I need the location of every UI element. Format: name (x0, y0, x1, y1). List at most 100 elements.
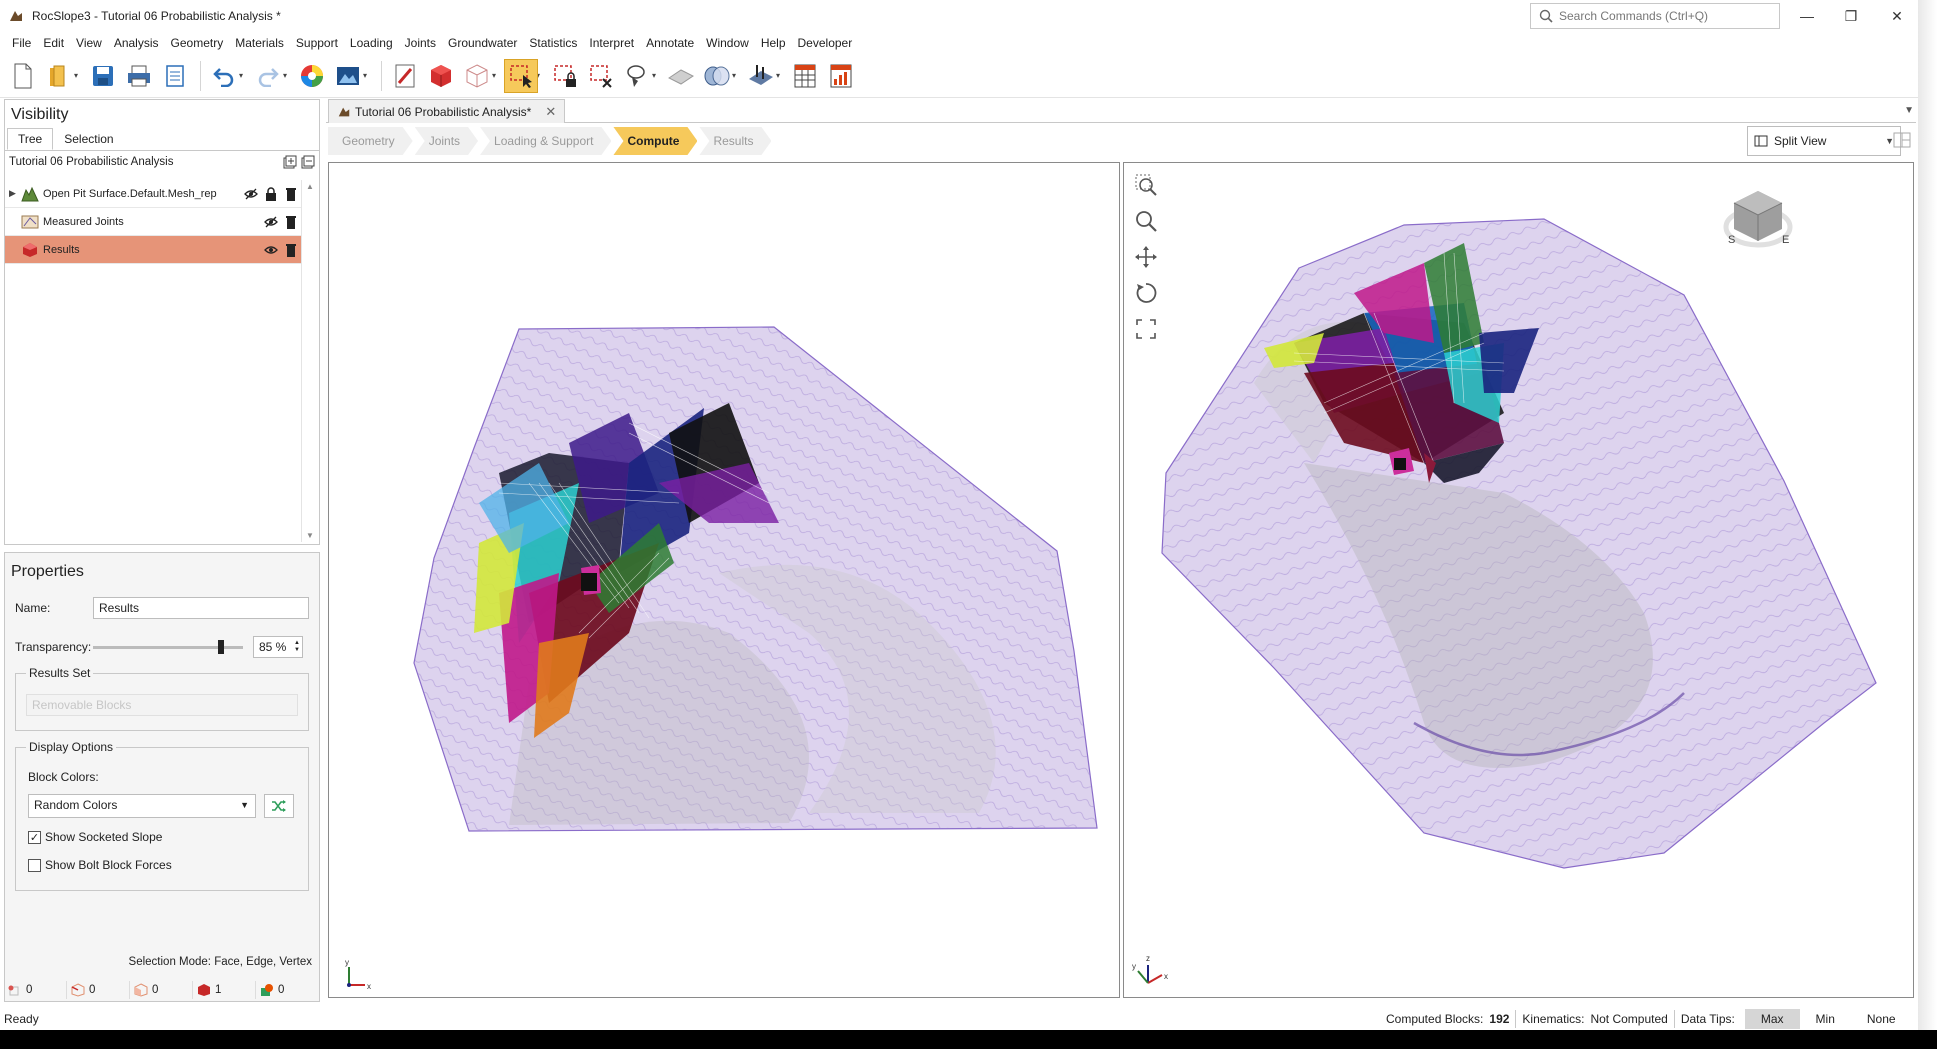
wireframe-block-button[interactable] (460, 59, 494, 93)
table-button[interactable] (788, 59, 822, 93)
tree-item-results[interactable]: Results (5, 236, 301, 264)
support-button[interactable] (744, 59, 778, 93)
minimize-button[interactable]: — (1784, 0, 1830, 32)
delete-icon[interactable] (281, 215, 301, 229)
lock-icon[interactable] (261, 186, 281, 201)
viewport-left[interactable]: x y (328, 162, 1120, 998)
workflow-step-compute[interactable]: Compute (613, 127, 697, 155)
close-button[interactable]: ✕ (1874, 0, 1920, 32)
scroll-up-icon[interactable]: ▲ (306, 182, 314, 191)
menu-interpret[interactable]: Interpret (583, 36, 640, 50)
view-cube[interactable]: S E (1723, 191, 1793, 248)
lock-selection-button[interactable] (548, 59, 582, 93)
expand-arrow-icon[interactable]: ▶ (9, 188, 21, 199)
menu-edit[interactable]: Edit (37, 36, 70, 50)
menu-support[interactable]: Support (290, 36, 344, 50)
redo-button[interactable] (251, 59, 285, 93)
name-input[interactable]: Results (93, 597, 309, 619)
menu-window[interactable]: Window (700, 36, 755, 50)
data-tips-max-button[interactable]: Max (1744, 1009, 1800, 1029)
tab-tree[interactable]: Tree (7, 128, 54, 150)
tree-scrollbar[interactable]: ▲ ▼ (301, 180, 319, 542)
tree-item-mesh-surface[interactable]: ▶ Open Pit Surface.Default.Mesh_rep (5, 180, 301, 208)
transparency-spinbox[interactable]: 85 % ▲ ▼ (253, 636, 303, 658)
show-socketed-slope-checkbox[interactable]: ✓ (28, 830, 41, 844)
menu-statistics[interactable]: Statistics (523, 36, 583, 50)
delete-icon[interactable] (281, 187, 301, 201)
slider-thumb[interactable] (218, 640, 224, 654)
window-title: RocSlope3 - Tutorial 06 Probabilistic An… (32, 9, 281, 23)
select-button[interactable] (504, 58, 538, 93)
results-set-dropdown[interactable]: Removable Blocks (26, 694, 298, 716)
print-button[interactable] (122, 59, 156, 93)
menu-help[interactable]: Help (755, 36, 792, 50)
surface-button[interactable] (664, 59, 698, 93)
tab-selection[interactable]: Selection (53, 128, 124, 150)
data-tips-none-button[interactable]: None (1851, 1009, 1912, 1029)
new-file-button[interactable] (6, 59, 40, 93)
menu-developer[interactable]: Developer (792, 36, 859, 50)
image-export-button[interactable] (331, 59, 365, 93)
spin-arrows-icon[interactable]: ▲ ▼ (294, 640, 300, 654)
show-bolt-block-forces-checkbox[interactable] (28, 858, 41, 872)
name-label: Name: (15, 601, 51, 615)
checkmark-icon: ✓ (29, 831, 40, 844)
show-bolt-block-forces-row[interactable]: Show Bolt Block Forces (28, 858, 172, 872)
lasso-button[interactable] (620, 59, 654, 93)
document-tab[interactable]: Tutorial 06 Probabilistic Analysis* ✕ (328, 99, 566, 123)
solid-block-icon (431, 64, 451, 87)
support-icon (749, 64, 773, 85)
menu-analysis[interactable]: Analysis (108, 36, 165, 50)
randomize-colors-button[interactable] (264, 794, 294, 818)
data-tips-min-button[interactable]: Min (1800, 1009, 1851, 1029)
collapse-all-icon[interactable] (301, 155, 315, 169)
menu-geometry[interactable]: Geometry (165, 36, 230, 50)
close-tab-icon[interactable]: ✕ (545, 104, 556, 120)
deselect-button[interactable] (584, 59, 618, 93)
search-commands-input[interactable]: Search Commands (Ctrl+Q) (1530, 3, 1780, 29)
transparency-slider[interactable] (93, 637, 253, 657)
report-button[interactable] (158, 59, 192, 93)
workflow-step-loading-support[interactable]: Loading & Support (480, 127, 611, 155)
layout-settings-icon[interactable] (1892, 130, 1912, 150)
right-3d-scene[interactable]: S E x y z (1124, 163, 1914, 998)
tab-list-dropdown-icon[interactable]: ▼ (1904, 105, 1914, 116)
document-tab-label: Tutorial 06 Probabilistic Analysis* (355, 104, 532, 119)
workflow-step-geometry[interactable]: Geometry (328, 127, 413, 155)
measure-button[interactable] (388, 59, 422, 93)
view-mode-dropdown[interactable]: Split View ▼ (1747, 126, 1901, 156)
delete-icon[interactable] (281, 243, 301, 257)
tree-item-measured-joints[interactable]: Measured Joints (5, 208, 301, 236)
vertex-counter: 0 (4, 981, 67, 999)
visibility-hidden-icon[interactable] (241, 188, 261, 200)
menu-file[interactable]: File (6, 36, 37, 50)
block-colors-label: Block Colors: (28, 770, 99, 784)
scroll-down-icon[interactable]: ▼ (306, 531, 314, 540)
menu-loading[interactable]: Loading (344, 36, 399, 50)
solid-block-button[interactable] (424, 59, 458, 93)
menu-annotate[interactable]: Annotate (640, 36, 700, 50)
viewport-right[interactable]: S E x y z (1123, 162, 1914, 998)
joint-button[interactable] (700, 59, 734, 93)
restore-button[interactable]: ❐ (1828, 0, 1874, 32)
left-3d-scene[interactable]: x y (329, 163, 1120, 998)
block-colors-dropdown[interactable]: Random Colors ▼ (28, 794, 256, 818)
visibility-title: Visibility (11, 106, 69, 123)
workflow-bar: Geometry Joints Loading & Support Comput… (328, 126, 773, 156)
show-socketed-slope-row[interactable]: ✓ Show Socketed Slope (28, 830, 162, 844)
menu-view[interactable]: View (70, 36, 108, 50)
undo-button[interactable] (207, 59, 241, 93)
menu-joints[interactable]: Joints (399, 36, 442, 50)
expand-all-icon[interactable] (283, 155, 297, 169)
workflow-step-joints[interactable]: Joints (415, 127, 478, 155)
visibility-hidden-icon[interactable] (261, 216, 281, 228)
open-button[interactable] (42, 59, 76, 93)
save-button[interactable] (86, 59, 120, 93)
colors-button[interactable] (295, 59, 329, 93)
chart-table-button[interactable] (824, 59, 858, 93)
workflow-step-results[interactable]: Results (699, 127, 771, 155)
menu-groundwater[interactable]: Groundwater (442, 36, 523, 50)
menu-materials[interactable]: Materials (229, 36, 290, 50)
screen-bottom-band (0, 1030, 1937, 1049)
visibility-shown-icon[interactable] (261, 245, 281, 255)
